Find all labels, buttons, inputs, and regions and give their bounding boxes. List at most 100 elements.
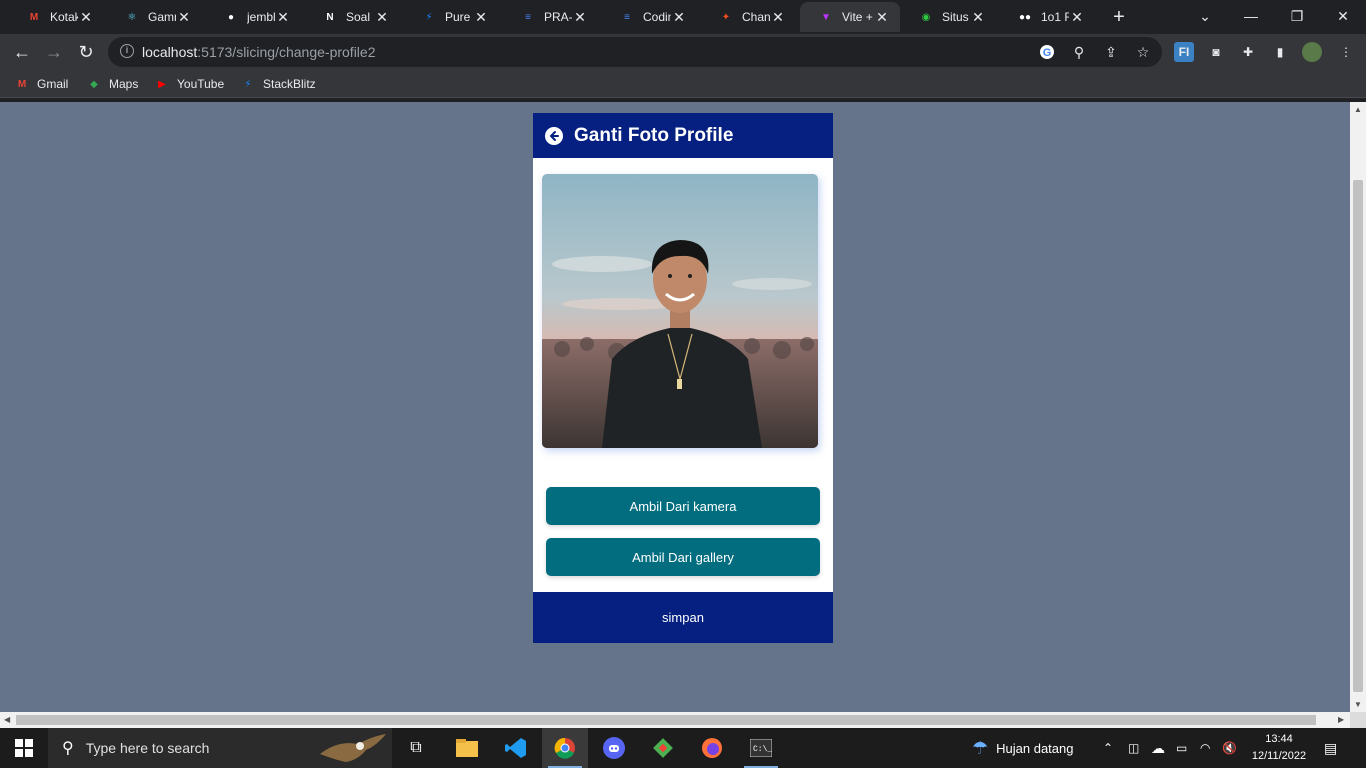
back-arrow-icon[interactable] [545, 126, 563, 145]
horizontal-scroll-thumb[interactable] [16, 715, 1316, 725]
extensions-puzzle-icon[interactable]: ✚ [1238, 42, 1258, 62]
weather-text: Hujan datang [996, 740, 1074, 756]
scroll-left-icon[interactable]: ◀ [4, 715, 10, 724]
app-header: Ganti Foto Profile [533, 113, 833, 158]
browser-tab[interactable]: M Kotak M✕ [8, 2, 104, 32]
git-tool-icon[interactable] [645, 728, 681, 768]
profile-avatar[interactable] [1302, 42, 1322, 62]
battery-icon[interactable]: ▭ [1176, 728, 1187, 768]
close-tab-icon[interactable]: ✕ [78, 9, 94, 26]
scroll-up-icon[interactable]: ▲ [1354, 105, 1362, 114]
file-explorer-icon[interactable] [449, 728, 485, 768]
bookmark-label: Maps [109, 77, 139, 91]
medium-icon: ●● [1018, 11, 1032, 23]
bookmark-item[interactable]: ◆ Maps [86, 74, 138, 94]
system-clock[interactable]: 13:44 12/11/2022 [1248, 731, 1310, 765]
task-view-icon[interactable]: ⧉ [400, 728, 432, 768]
windows-start-icon[interactable] [0, 728, 48, 768]
share-icon[interactable]: ⇪ [1102, 43, 1120, 61]
browser-toolbar: ← → ↻ i localhost:5173/slicing/change-pr… [0, 34, 1366, 70]
minimize-button[interactable]: — [1228, 0, 1274, 32]
save-button[interactable]: simpan [533, 592, 833, 643]
close-tab-icon[interactable]: ✕ [1069, 9, 1085, 26]
close-tab-icon[interactable]: ✕ [572, 9, 588, 26]
zoom-icon[interactable]: ⚲ [1070, 43, 1088, 61]
address-bar[interactable]: i localhost:5173/slicing/change-profile2… [108, 37, 1162, 67]
browser-tab[interactable]: ≡ Codin✕ [601, 2, 697, 32]
notifications-icon[interactable]: ▤ [1324, 728, 1337, 768]
tab-title: Soal La [346, 10, 374, 24]
google-lens-icon[interactable]: G [1038, 43, 1056, 61]
onedrive-icon[interactable]: ☁ [1151, 728, 1165, 768]
search-icon: ⚲ [62, 740, 74, 757]
take-from-camera-button[interactable]: Ambil Dari kamera [546, 487, 820, 525]
browser-tab[interactable]: ◉ Situs Ju✕ [900, 2, 996, 32]
terminal-icon[interactable]: C:\_ [742, 728, 780, 768]
site-info-icon[interactable]: i [120, 44, 134, 58]
take-from-gallery-button[interactable]: Ambil Dari gallery [546, 538, 820, 576]
bookmark-item[interactable]: ⚡ StackBlitz [240, 74, 315, 94]
tab-title: Gamm [148, 10, 176, 24]
horizontal-scrollbar[interactable]: ◀ ▶ [0, 712, 1350, 728]
volume-mute-icon[interactable]: 🔇 [1222, 728, 1237, 768]
back-icon[interactable]: ← [8, 38, 36, 66]
vite-icon: ▼ [821, 11, 831, 23]
browser-tab[interactable]: ⚡ Pure H✕ [403, 2, 499, 32]
close-tab-icon[interactable]: ✕ [176, 9, 192, 26]
show-hidden-icons[interactable]: ⌃ [1103, 728, 1113, 768]
vertical-scrollbar[interactable]: ▲ ▼ [1350, 102, 1366, 712]
close-tab-icon[interactable]: ✕ [671, 9, 687, 26]
react-icon: ⚛ [127, 11, 137, 23]
svg-text:C:\_: C:\_ [753, 745, 772, 754]
tab-title: Vite + [842, 10, 873, 24]
vertical-scroll-thumb[interactable] [1353, 180, 1363, 692]
meet-now-icon[interactable]: ◫ [1128, 728, 1139, 768]
close-window-button[interactable]: ✕ [1320, 0, 1366, 32]
change-profile-card: Ganti Foto Profile Ambil Dari kamera Amb… [533, 113, 833, 643]
browser-tab[interactable]: ●● 1o1 Re✕ [999, 2, 1095, 32]
side-panel-icon[interactable]: ▮ [1270, 42, 1290, 62]
restore-button[interactable]: ❐ [1274, 0, 1320, 32]
browser-tab[interactable]: ✦ Chang✕ [700, 2, 796, 32]
firefox-icon[interactable] [694, 728, 730, 768]
browser-tab[interactable]: N Soal La✕ [304, 2, 400, 32]
close-tab-icon[interactable]: ✕ [970, 9, 986, 26]
extension-fi-icon[interactable]: FI [1174, 42, 1194, 62]
scroll-down-icon[interactable]: ▼ [1354, 700, 1362, 709]
close-tab-icon[interactable]: ✕ [473, 9, 489, 26]
tab-title: 1o1 Re [1041, 10, 1069, 24]
new-tab-button[interactable]: + [1108, 6, 1130, 28]
weather-widget[interactable]: ☂ Hujan datang [972, 728, 1073, 768]
notion-icon: N [326, 11, 334, 23]
tab-title: Situs Ju [942, 10, 970, 24]
scroll-right-icon[interactable]: ▶ [1338, 715, 1344, 724]
close-tab-icon[interactable]: ✕ [770, 9, 786, 26]
stackblitz-icon: ⚡ [244, 78, 252, 90]
bookmark-item[interactable]: M Gmail [14, 74, 69, 94]
forward-icon[interactable]: → [40, 38, 68, 66]
browser-tab[interactable]: ● jemblo✕ [205, 2, 301, 32]
page-viewport: Ganti Foto Profile Ambil Dari kamera Amb… [0, 102, 1350, 712]
gmail-icon: M [17, 78, 27, 90]
wifi-icon[interactable]: ◠ [1200, 728, 1210, 768]
tab-search-icon[interactable]: ⌄ [1182, 0, 1228, 32]
bookmark-item[interactable]: ▶ YouTube [154, 74, 224, 94]
browser-tab[interactable]: ≡ PRA-TI✕ [502, 2, 598, 32]
close-tab-icon[interactable]: ✕ [275, 9, 291, 26]
bookmark-star-icon[interactable]: ☆ [1134, 43, 1152, 61]
browser-tab[interactable]: ▼ Vite + ✕ [800, 2, 900, 32]
search-highlight-eagle-icon [318, 730, 388, 766]
browser-tab[interactable]: ⚛ Gamm✕ [106, 2, 202, 32]
windows-taskbar: ⚲ Type here to search ⧉ C:\_ ☂ Hujan dat… [0, 728, 1366, 768]
tab-title: Chang [742, 10, 770, 24]
menu-kebab-icon[interactable]: ⋮ [1336, 42, 1356, 62]
camera-extension-icon[interactable]: ◙ [1206, 42, 1226, 62]
taskbar-search[interactable]: ⚲ Type here to search [48, 728, 392, 768]
close-tab-icon[interactable]: ✕ [374, 9, 390, 26]
close-tab-icon[interactable]: ✕ [874, 9, 890, 26]
url-text[interactable]: localhost:5173/slicing/change-profile2 [142, 44, 376, 60]
chrome-taskbar-icon[interactable] [542, 728, 588, 768]
reload-icon[interactable]: ↻ [72, 38, 100, 66]
vscode-icon[interactable] [498, 728, 534, 768]
discord-icon[interactable] [596, 728, 632, 768]
